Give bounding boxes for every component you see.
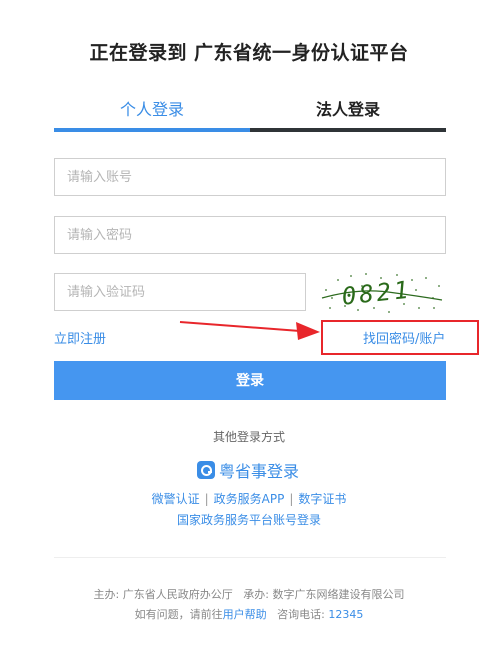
help-link[interactable]: 用户帮助: [223, 608, 267, 621]
login-tabs: 个人登录 法人登录: [54, 94, 446, 132]
tab-personal-login[interactable]: 个人登录: [54, 94, 250, 132]
footer-credits: 主办: 广东省人民政府办公厅 承办: 数字广东网络建设有限公司: [0, 586, 498, 602]
yss-login-label: 粤省事登录: [219, 462, 300, 481]
login-button[interactable]: 登录: [54, 361, 446, 400]
national-platform-link[interactable]: 国家政务服务平台账号登录: [0, 511, 498, 528]
footer-question: 如有问题，请前往: [134, 608, 223, 621]
other-methods-heading: 其他登录方式: [212, 430, 285, 444]
separator: |: [289, 492, 294, 506]
password-input[interactable]: [54, 216, 446, 254]
captcha-text: 0821: [340, 276, 412, 311]
gov-app-link[interactable]: 政务服务APP: [214, 492, 285, 506]
captcha-image[interactable]: 0821: [318, 268, 446, 316]
footer-sponsor: 主办: 广东省人民政府办公厅: [93, 588, 233, 601]
register-link[interactable]: 立即注册: [54, 328, 106, 347]
digital-cert-link[interactable]: 数字证书: [298, 492, 346, 506]
login-methods: 微警认证 | 政务服务APP | 数字证书: [0, 490, 498, 507]
phone-number: 12345: [328, 608, 364, 621]
footer-help: 如有问题，请前往用户帮助 咨询电话: 12345: [0, 606, 498, 622]
captcha-input[interactable]: [54, 273, 306, 311]
footer-divider: [54, 557, 446, 558]
yss-login-button[interactable]: 粤省事登录: [197, 459, 299, 481]
page-title: 正在登录到 广东省统一身份认证平台: [89, 42, 409, 64]
account-input[interactable]: [54, 158, 446, 196]
phone-label: 咨询电话:: [277, 608, 325, 621]
wechat-police-link[interactable]: 微警认证: [152, 492, 200, 506]
tab-legal-login[interactable]: 法人登录: [250, 94, 446, 132]
forgot-password-link[interactable]: 找回密码/账户: [363, 328, 445, 347]
footer-operator: 承办: 数字广东网络建设有限公司: [243, 588, 405, 601]
yss-app-icon: [197, 461, 215, 479]
separator: |: [204, 492, 209, 506]
red-arrow-annotation: [179, 321, 320, 340]
